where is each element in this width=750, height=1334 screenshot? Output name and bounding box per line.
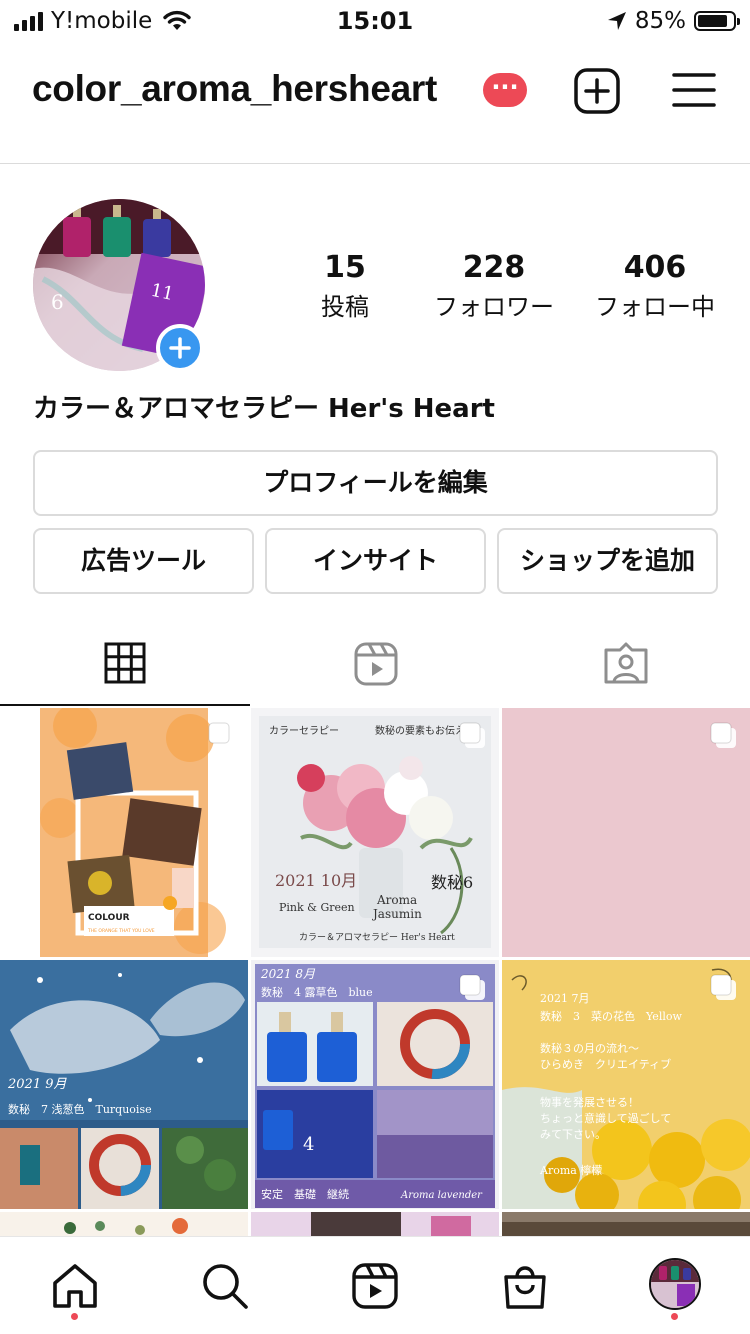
tab-active-indicator — [0, 704, 250, 706]
post-thumbnail[interactable]: 2021 9月 数秘 7 浅葱色 Turquoise — [0, 960, 248, 1209]
profile-display-name: カラー＆アロマセラピー Her's Heart — [33, 394, 495, 424]
post-6-line2: 数秘３の月の流れ〜 — [540, 1041, 639, 1055]
following-count[interactable]: 406 フォロー中 — [580, 250, 730, 322]
carousel-icon — [208, 722, 234, 748]
post-2-top-right: 数秘の要素もお伝え — [375, 724, 465, 737]
profile-notification-dot — [671, 1313, 678, 1320]
post-grid: COLOUR THE ORANGE THAT YOU LOVE カラーセラピー — [0, 708, 750, 1236]
home-notification-dot — [71, 1313, 78, 1320]
post-6-line1: 数秘 3 菜の花色 Yellow — [540, 1009, 682, 1023]
battery-percent: 85% — [634, 8, 686, 34]
post-2-footer: カラー＆アロマセラピー Her's Heart — [299, 932, 455, 943]
post-6-line3: ひらめき クリエイティブ — [540, 1057, 671, 1071]
reels-icon — [354, 642, 398, 686]
hamburger-menu-icon[interactable] — [672, 70, 716, 110]
posts-count[interactable]: 15 投稿 — [270, 250, 420, 322]
profile-tabs — [0, 620, 750, 708]
home-icon[interactable] — [50, 1261, 100, 1311]
post-thumbnail[interactable] — [251, 1212, 499, 1236]
location-arrow-icon — [607, 12, 626, 30]
post-thumbnail[interactable]: 2021 8月 数秘 4 露草色 blue 4 安定 基礎 継続 Aroma l… — [251, 960, 499, 1209]
post-1-caption: THE ORANGE THAT YOU LOVE — [87, 928, 155, 934]
post-5-footer: 安定 基礎 継続 — [261, 1187, 349, 1201]
post-thumbnail[interactable] — [0, 1212, 248, 1236]
profile-header: color_aroma_hersheart ··· — [0, 60, 750, 124]
post-2-pg: Pink & Green — [279, 901, 355, 914]
post-2-aroma: Aroma — [376, 893, 417, 907]
post-5-date: 2021 8月 — [260, 967, 316, 981]
post-thumbnail[interactable]: COLOUR THE ORANGE THAT YOU LOVE — [0, 708, 248, 957]
header-divider — [0, 163, 750, 164]
profile-avatar[interactable]: 11 6 — [33, 199, 205, 372]
post-6-line5: ちょっと意識して過ごして — [540, 1111, 671, 1125]
username-title[interactable]: color_aroma_hersheart — [32, 68, 437, 110]
profile-stats: 15 投稿 228 フォロワー 406 フォロー中 — [270, 250, 730, 330]
tagged-icon — [604, 642, 648, 684]
insights-button[interactable]: インサイト — [265, 528, 486, 594]
post-6-date: 2021 7月 — [540, 992, 590, 1005]
search-icon[interactable] — [200, 1261, 250, 1311]
carousel-icon — [710, 722, 736, 748]
post-5-line: 数秘 4 露草色 blue — [261, 985, 373, 999]
battery-icon — [694, 11, 740, 31]
post-6-line4: 物事を発展させる！ — [540, 1095, 639, 1109]
shop-bag-icon[interactable] — [500, 1261, 550, 1311]
post-thumbnail[interactable] — [502, 1212, 750, 1236]
ad-tools-button[interactable]: 広告ツール — [33, 528, 254, 594]
post-thumbnail[interactable] — [502, 708, 750, 957]
grid-icon — [104, 642, 146, 684]
tab-grid[interactable] — [0, 620, 250, 708]
post-5-num: 4 — [303, 1134, 314, 1155]
plus-square-icon[interactable] — [574, 68, 620, 114]
carousel-icon — [459, 722, 485, 748]
post-thumbnail[interactable]: カラーセラピー 数秘の要素もお伝え 2021 10月 数秘6 Pink & Gr… — [251, 708, 499, 957]
carousel-icon — [710, 974, 736, 1000]
followers-count[interactable]: 228 フォロワー — [419, 250, 569, 322]
post-5-footer-right: Aroma lavender — [400, 1190, 483, 1201]
status-bar: Y!mobile 15:01 85% — [0, 0, 750, 44]
post-4-date: 2021 9月 — [7, 1077, 67, 1092]
add-story-button[interactable] — [156, 324, 204, 372]
post-2-top-left: カラーセラピー — [269, 725, 339, 737]
add-shop-button[interactable]: ショップを追加 — [497, 528, 718, 594]
reels-icon[interactable] — [350, 1261, 400, 1311]
post-4-line: 数秘 7 浅葱色 Turquoise — [8, 1102, 152, 1116]
svg-text:6: 6 — [51, 290, 64, 314]
carousel-icon — [459, 974, 485, 1000]
bottom-navigation — [0, 1236, 750, 1334]
edit-profile-button[interactable]: プロフィールを編集 — [33, 450, 718, 516]
post-6-aroma: Aroma 檸檬 — [539, 1163, 602, 1177]
tab-reels[interactable] — [250, 620, 500, 708]
post-2-date: 2021 10月 — [275, 871, 357, 890]
post-6-line6: みて下さい。 — [540, 1128, 606, 1141]
post-1-label: COLOUR — [88, 913, 130, 923]
post-2-aroma-name: Jasumin — [371, 907, 422, 921]
tab-tagged[interactable] — [500, 620, 750, 708]
post-thumbnail[interactable]: 2021 7月 数秘 3 菜の花色 Yellow 数秘３の月の流れ〜 ひらめき … — [502, 960, 750, 1209]
notification-badge[interactable]: ··· — [483, 73, 527, 107]
post-2-num: 数秘6 — [431, 873, 473, 892]
profile-avatar[interactable] — [649, 1258, 701, 1310]
